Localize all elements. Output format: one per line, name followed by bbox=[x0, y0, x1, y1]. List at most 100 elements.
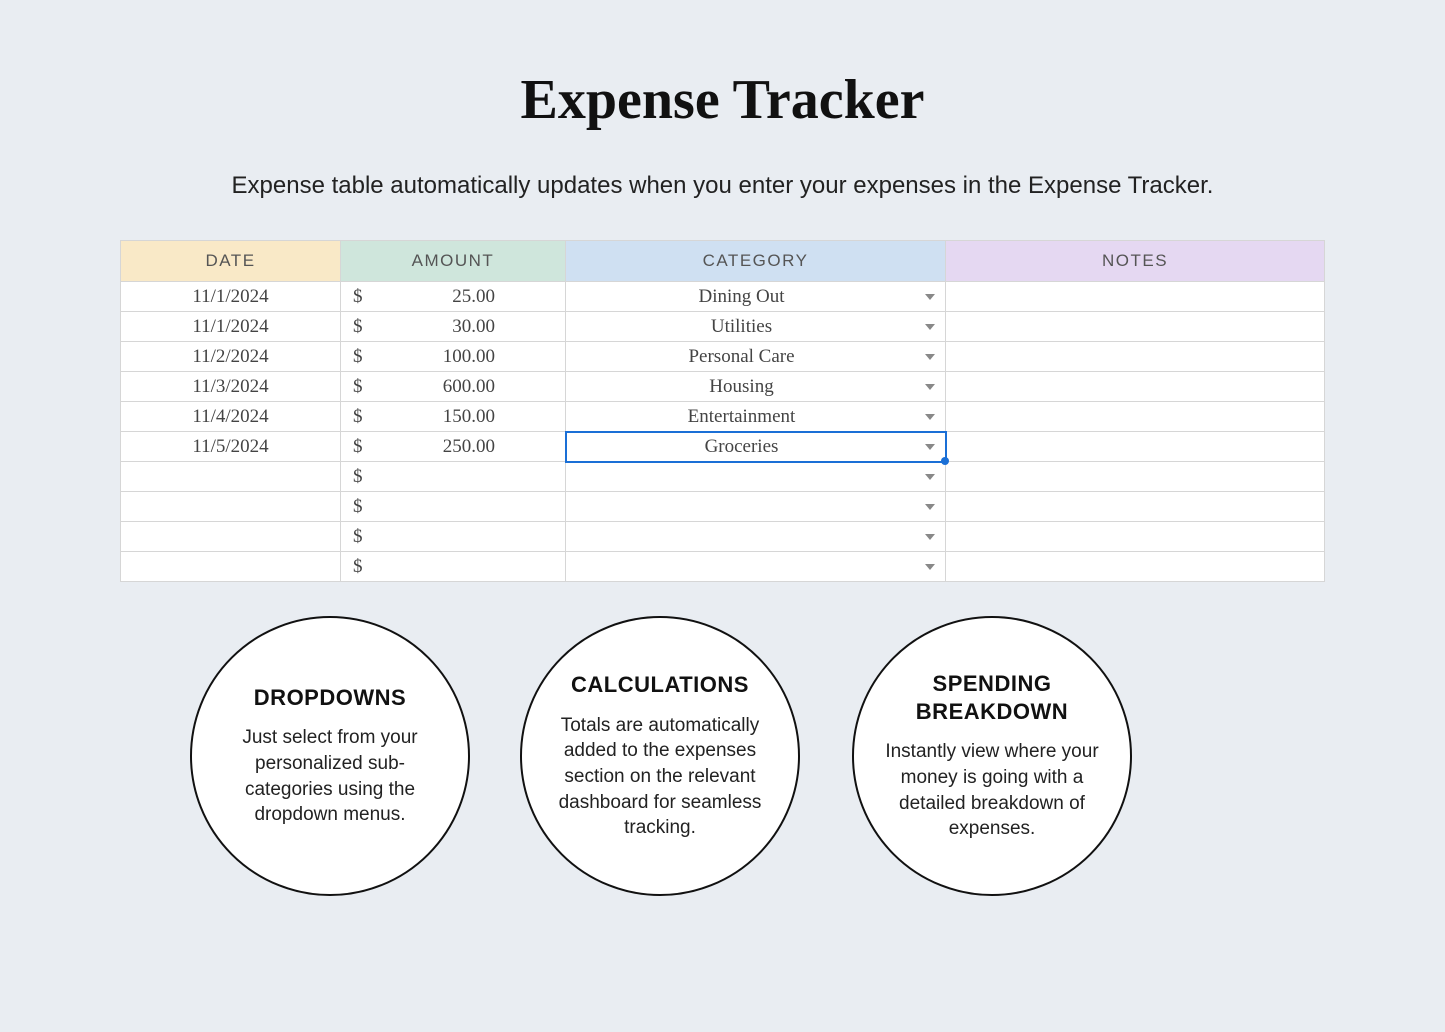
currency-symbol: $ bbox=[351, 376, 363, 398]
amount-cell[interactable]: $30.00 bbox=[341, 312, 566, 342]
amount-value: 25.00 bbox=[452, 286, 555, 308]
date-cell[interactable]: 11/2/2024 bbox=[121, 342, 341, 372]
chevron-down-icon bbox=[925, 534, 935, 540]
amount-value: 100.00 bbox=[443, 346, 555, 368]
currency-symbol: $ bbox=[351, 346, 363, 368]
table-row: 11/2/2024$100.00Personal Care bbox=[121, 342, 1325, 372]
notes-cell[interactable] bbox=[946, 432, 1325, 462]
notes-cell[interactable] bbox=[946, 552, 1325, 582]
feature-title: DROPDOWNS bbox=[254, 684, 406, 712]
table-row: 11/4/2024$150.00Entertainment bbox=[121, 402, 1325, 432]
category-dropdown[interactable]: Groceries bbox=[566, 432, 946, 462]
feature-title: CALCULATIONS bbox=[571, 671, 749, 699]
table-row: 11/3/2024$600.00Housing bbox=[121, 372, 1325, 402]
date-cell[interactable] bbox=[121, 462, 341, 492]
notes-cell[interactable] bbox=[946, 312, 1325, 342]
table-row: $ bbox=[121, 462, 1325, 492]
date-cell[interactable]: 11/4/2024 bbox=[121, 402, 341, 432]
header-date: DATE bbox=[121, 241, 341, 282]
chevron-down-icon bbox=[925, 414, 935, 420]
header-notes: NOTES bbox=[946, 241, 1325, 282]
date-cell[interactable]: 11/1/2024 bbox=[121, 282, 341, 312]
amount-cell[interactable]: $ bbox=[341, 462, 566, 492]
date-cell[interactable] bbox=[121, 552, 341, 582]
currency-symbol: $ bbox=[351, 316, 363, 338]
chevron-down-icon bbox=[925, 564, 935, 570]
currency-symbol: $ bbox=[351, 526, 363, 548]
amount-cell[interactable]: $ bbox=[341, 552, 566, 582]
amount-cell[interactable]: $250.00 bbox=[341, 432, 566, 462]
currency-symbol: $ bbox=[351, 406, 363, 428]
table-row: $ bbox=[121, 552, 1325, 582]
table-row: $ bbox=[121, 522, 1325, 552]
amount-value: 600.00 bbox=[443, 376, 555, 398]
notes-cell[interactable] bbox=[946, 522, 1325, 552]
currency-symbol: $ bbox=[351, 496, 363, 518]
chevron-down-icon bbox=[925, 294, 935, 300]
amount-cell[interactable]: $ bbox=[341, 522, 566, 552]
notes-cell[interactable] bbox=[946, 282, 1325, 312]
feature-spending-breakdown: SPENDING BREAKDOWN Instantly view where … bbox=[852, 616, 1132, 896]
amount-cell[interactable]: $100.00 bbox=[341, 342, 566, 372]
table-row: 11/5/2024$250.00Groceries bbox=[121, 432, 1325, 462]
currency-symbol: $ bbox=[351, 436, 363, 458]
amount-value: 150.00 bbox=[443, 406, 555, 428]
category-value: Dining Out bbox=[698, 286, 784, 307]
chevron-down-icon bbox=[925, 504, 935, 510]
amount-value bbox=[495, 466, 555, 488]
notes-cell[interactable] bbox=[946, 342, 1325, 372]
amount-value: 30.00 bbox=[452, 316, 555, 338]
category-dropdown[interactable]: Dining Out bbox=[566, 282, 946, 312]
currency-symbol: $ bbox=[351, 556, 363, 578]
page-title: Expense Tracker bbox=[0, 68, 1445, 132]
category-value: Entertainment bbox=[688, 406, 796, 427]
table-row: $ bbox=[121, 492, 1325, 522]
date-cell[interactable]: 11/1/2024 bbox=[121, 312, 341, 342]
category-dropdown[interactable]: Utilities bbox=[566, 312, 946, 342]
chevron-down-icon bbox=[925, 354, 935, 360]
table-row: 11/1/2024$30.00Utilities bbox=[121, 312, 1325, 342]
notes-cell[interactable] bbox=[946, 492, 1325, 522]
feature-calculations: CALCULATIONS Totals are automatically ad… bbox=[520, 616, 800, 896]
amount-cell[interactable]: $25.00 bbox=[341, 282, 566, 312]
feature-title: SPENDING BREAKDOWN bbox=[884, 670, 1100, 725]
currency-symbol: $ bbox=[351, 286, 363, 308]
category-dropdown[interactable]: Housing bbox=[566, 372, 946, 402]
category-dropdown[interactable] bbox=[566, 492, 946, 522]
chevron-down-icon bbox=[925, 474, 935, 480]
table-row: 11/1/2024$25.00Dining Out bbox=[121, 282, 1325, 312]
table-header-row: DATE AMOUNT CATEGORY NOTES bbox=[121, 241, 1325, 282]
chevron-down-icon bbox=[925, 444, 935, 450]
feature-body: Instantly view where your money is going… bbox=[884, 739, 1100, 842]
date-cell[interactable]: 11/5/2024 bbox=[121, 432, 341, 462]
notes-cell[interactable] bbox=[946, 372, 1325, 402]
amount-cell[interactable]: $600.00 bbox=[341, 372, 566, 402]
category-dropdown[interactable]: Personal Care bbox=[566, 342, 946, 372]
amount-cell[interactable]: $150.00 bbox=[341, 402, 566, 432]
category-value: Groceries bbox=[705, 436, 779, 457]
amount-value bbox=[495, 496, 555, 518]
amount-value bbox=[495, 526, 555, 548]
feature-body: Just select from your personalized sub-c… bbox=[222, 725, 438, 828]
category-dropdown[interactable] bbox=[566, 522, 946, 552]
date-cell[interactable]: 11/3/2024 bbox=[121, 372, 341, 402]
feature-body: Totals are automatically added to the ex… bbox=[552, 713, 768, 841]
header-amount: AMOUNT bbox=[341, 241, 566, 282]
amount-value: 250.00 bbox=[443, 436, 555, 458]
category-value: Utilities bbox=[711, 316, 772, 337]
chevron-down-icon bbox=[925, 324, 935, 330]
expense-table: DATE AMOUNT CATEGORY NOTES 11/1/2024$25.… bbox=[120, 240, 1325, 582]
category-dropdown[interactable] bbox=[566, 462, 946, 492]
notes-cell[interactable] bbox=[946, 402, 1325, 432]
category-dropdown[interactable] bbox=[566, 552, 946, 582]
notes-cell[interactable] bbox=[946, 462, 1325, 492]
amount-cell[interactable]: $ bbox=[341, 492, 566, 522]
chevron-down-icon bbox=[925, 384, 935, 390]
page-subtitle: Expense table automatically updates when… bbox=[0, 172, 1445, 200]
header-category: CATEGORY bbox=[566, 241, 946, 282]
feature-dropdowns: DROPDOWNS Just select from your personal… bbox=[190, 616, 470, 896]
category-dropdown[interactable]: Entertainment bbox=[566, 402, 946, 432]
date-cell[interactable] bbox=[121, 492, 341, 522]
category-value: Housing bbox=[709, 376, 773, 397]
date-cell[interactable] bbox=[121, 522, 341, 552]
